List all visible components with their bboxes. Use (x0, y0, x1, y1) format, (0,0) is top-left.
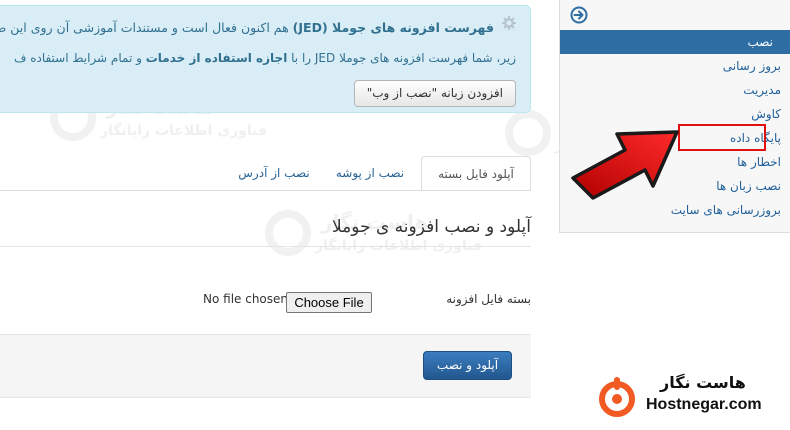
page-title: آپلود و نصب افزونه ی جوملا (332, 217, 531, 237)
tab-install-from-url[interactable]: نصب از آدرس (229, 156, 319, 191)
form-divider (0, 246, 531, 247)
red-arrow-icon (571, 130, 679, 200)
tab-install-from-folder[interactable]: نصب از پوشه (321, 156, 419, 191)
file-status: No file chosen (203, 292, 289, 306)
notice-body: زیر، شما فهرست افزونه های جوملا JED را ب… (13, 51, 516, 65)
add-install-from-web-tab-button[interactable]: افزودن زبانه "نصب از وب" (353, 80, 516, 107)
database-highlight-box (678, 124, 766, 151)
tabs-divider (0, 190, 531, 191)
notice-title: فهرست افزونه های جوملا (JED) هم اکنون فع… (0, 20, 494, 35)
gear-icon (502, 16, 516, 30)
brand-name-fa: هاست نگار (660, 373, 746, 392)
hostnegar-logo-icon (599, 377, 635, 417)
sidebar-item-install[interactable]: نصب (560, 30, 790, 54)
brand-name-en: Hostnegar.com (646, 396, 762, 413)
package-file-label: بسته فایل افزونه (446, 292, 531, 306)
upload-and-install-button[interactable]: آپلود و نصب (423, 351, 512, 380)
sidebar-item-manage[interactable]: مدیریت (560, 78, 790, 102)
choose-file-button[interactable]: Choose File (286, 292, 372, 313)
tab-upload-package[interactable]: آپلود فایل بسته (421, 156, 531, 191)
sidebar-item-update[interactable]: بروز رسانی (560, 54, 790, 78)
info-notice: فهرست افزونه های جوملا (JED) هم اکنون فع… (0, 5, 531, 113)
circle-arrow-right-icon[interactable] (570, 6, 588, 24)
install-tabs: آپلود فایل بسته نصب از پوشه نصب از آدرس (0, 156, 531, 191)
